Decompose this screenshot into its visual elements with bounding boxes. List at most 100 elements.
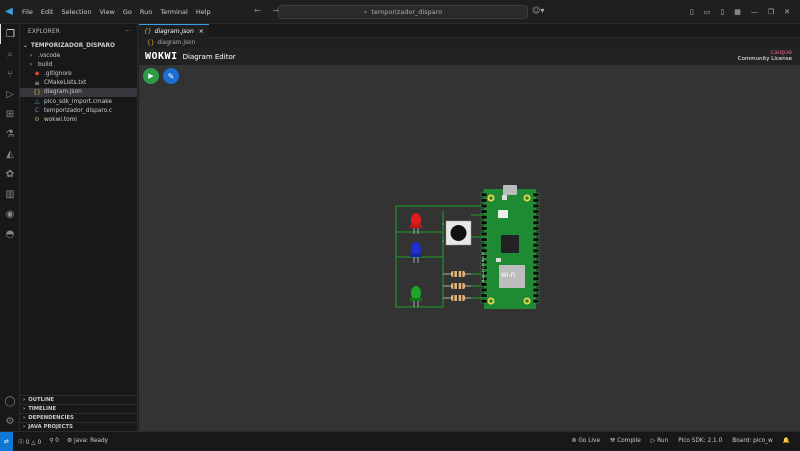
board-pin[interactable] — [532, 192, 540, 197]
pico-w-board[interactable] — [484, 185, 536, 309]
breadcrumb-item[interactable]: diagram.json — [157, 40, 195, 46]
menu-file[interactable]: File — [18, 0, 37, 24]
file-cmakelists[interactable]: ≡ CMakeLists.txt — [20, 79, 137, 88]
menu-run[interactable]: Run — [136, 0, 156, 24]
search-view-icon[interactable]: ⌕ — [0, 44, 20, 64]
board-pin[interactable] — [532, 287, 540, 293]
board-selector[interactable]: Board: pico_w — [732, 438, 773, 444]
extensions-icon[interactable]: ⊞ — [0, 104, 20, 124]
close-tab-icon[interactable]: × — [199, 28, 204, 35]
green-led[interactable] — [410, 286, 422, 307]
board-pin[interactable] — [480, 293, 488, 298]
problems-indicator[interactable]: ⓧ 0 △ 0 — [18, 437, 41, 446]
docker-icon[interactable]: ◓ — [0, 224, 20, 244]
account-icon[interactable]: ◯ — [0, 391, 20, 411]
resistor[interactable] — [443, 271, 471, 277]
board-pin[interactable] — [532, 254, 540, 259]
board-pin[interactable] — [532, 248, 540, 253]
command-center-search[interactable]: ⌕ temporizador_disparo — [278, 5, 528, 19]
board-pin[interactable] — [532, 243, 540, 248]
board-pin[interactable] — [532, 299, 540, 304]
board-pin[interactable] — [532, 282, 540, 287]
compile-button[interactable]: ⚒ Compile — [610, 438, 641, 444]
copilot-icon[interactable]: ☺▾ — [532, 6, 544, 15]
menu-terminal[interactable]: Terminal — [156, 0, 191, 24]
board-pin[interactable] — [532, 265, 540, 270]
menu-view[interactable]: View — [95, 0, 118, 24]
menu-go[interactable]: Go — [119, 0, 136, 24]
menu-edit[interactable]: Edit — [37, 0, 58, 24]
raspberry-pi-pico-icon[interactable]: ◭ — [0, 144, 20, 164]
toggle-panel-icon[interactable]: ▭ — [704, 8, 711, 16]
explorer-icon[interactable]: ❐ — [0, 24, 20, 44]
board-pin[interactable] — [480, 203, 488, 209]
remote-device-icon[interactable]: ▥ — [0, 184, 20, 204]
folder-build[interactable]: › build — [20, 60, 137, 69]
board-pin[interactable] — [480, 237, 488, 242]
board-pin[interactable] — [480, 198, 488, 203]
board-pin[interactable] — [480, 226, 488, 231]
file-gitignore[interactable]: ◆ .gitignore — [20, 69, 137, 78]
board-pin[interactable] — [532, 203, 540, 209]
board-pin[interactable] — [532, 215, 540, 220]
wokwi-chip-icon[interactable]: ◉ — [0, 204, 20, 224]
board-pin[interactable] — [532, 259, 540, 265]
board-pin[interactable] — [480, 192, 488, 197]
board-pin[interactable] — [532, 231, 540, 237]
toggle-secondary-sidebar-icon[interactable]: ▯ — [720, 8, 724, 16]
board-pin[interactable] — [480, 215, 488, 220]
pico-sdk-version[interactable]: Pico SDK: 2.1.0 — [678, 438, 722, 444]
more-actions-icon[interactable]: ··· — [125, 29, 131, 35]
run-debug-icon[interactable]: ▷ — [0, 84, 20, 104]
close-window-icon[interactable]: ✕ — [784, 8, 790, 16]
resistor[interactable] — [443, 283, 471, 289]
board-pin[interactable] — [532, 226, 540, 231]
board-pin[interactable] — [532, 220, 540, 225]
board-pin[interactable] — [532, 198, 540, 203]
settings-gear-icon[interactable]: ⚙ — [0, 411, 20, 431]
board-pin[interactable] — [480, 282, 488, 287]
file-diagram-json[interactable]: {} diagram.json — [20, 87, 137, 97]
file-pico-sdk-import[interactable]: △ pico_sdk_import.cmake — [20, 97, 137, 106]
board-pin[interactable] — [532, 271, 540, 276]
board-pin[interactable] — [532, 209, 540, 214]
outline-section[interactable]: › OUTLINE — [20, 395, 138, 404]
menu-selection[interactable]: Selection — [57, 0, 95, 24]
layout-icon[interactable]: ▦ — [734, 8, 741, 16]
go-live-button[interactable]: ⊚ Go Live — [572, 438, 600, 444]
project-folder[interactable]: ⌄ TEMPORIZADOR_DISPARO — [20, 40, 137, 51]
resistor[interactable] — [443, 295, 471, 301]
tab-diagram-json[interactable]: {} diagram.json × — [139, 24, 209, 38]
pushbutton[interactable]: 1 2 — [442, 220, 472, 246]
file-wokwi-toml[interactable]: ⚙ wokwi.toml — [20, 115, 137, 124]
notifications-icon[interactable]: 🔔 — [783, 438, 790, 444]
github-actions-icon[interactable]: ✿ — [0, 164, 20, 184]
board-pin[interactable] — [532, 237, 540, 242]
board-pin[interactable] — [532, 276, 540, 281]
blue-led[interactable] — [410, 242, 422, 263]
board-pin[interactable] — [480, 231, 488, 237]
toggle-sidebar-icon[interactable]: ▯ — [690, 8, 694, 16]
java-projects-section[interactable]: › JAVA PROJECTS — [20, 422, 138, 431]
board-pin[interactable] — [480, 209, 488, 214]
board-pin[interactable] — [480, 287, 488, 293]
remote-indicator-icon[interactable]: ⇄ — [0, 431, 13, 451]
menu-help[interactable]: Help — [192, 0, 215, 24]
restore-icon[interactable]: ❐ — [768, 8, 774, 16]
dependencies-section[interactable]: › DEPENDENCIES — [20, 413, 138, 422]
run-button[interactable]: ▷ Run — [651, 438, 668, 444]
timeline-section[interactable]: › TIMELINE — [20, 404, 138, 413]
board-pin[interactable] — [532, 293, 540, 298]
red-led[interactable] — [410, 213, 422, 234]
diagram-canvas[interactable]: ▶ ✎ 1 2 Wi-Fi Raspberry Pi Pico W — [139, 65, 800, 431]
file-temporizador-c[interactable]: C temporizador_disparo.c — [20, 106, 137, 115]
back-arrow-icon[interactable]: ← — [254, 6, 261, 15]
board-pin[interactable] — [480, 243, 488, 248]
ports-indicator[interactable]: ⚲ 0 — [49, 438, 59, 444]
board-pin[interactable] — [480, 299, 488, 304]
source-control-icon[interactable]: ⑂ — [0, 64, 20, 84]
testing-icon[interactable]: ⚗ — [0, 124, 20, 144]
java-status[interactable]: ⚙ Java: Ready — [67, 438, 108, 444]
folder-vscode[interactable]: › .vscode — [20, 51, 137, 60]
minimize-icon[interactable]: — — [751, 8, 758, 16]
